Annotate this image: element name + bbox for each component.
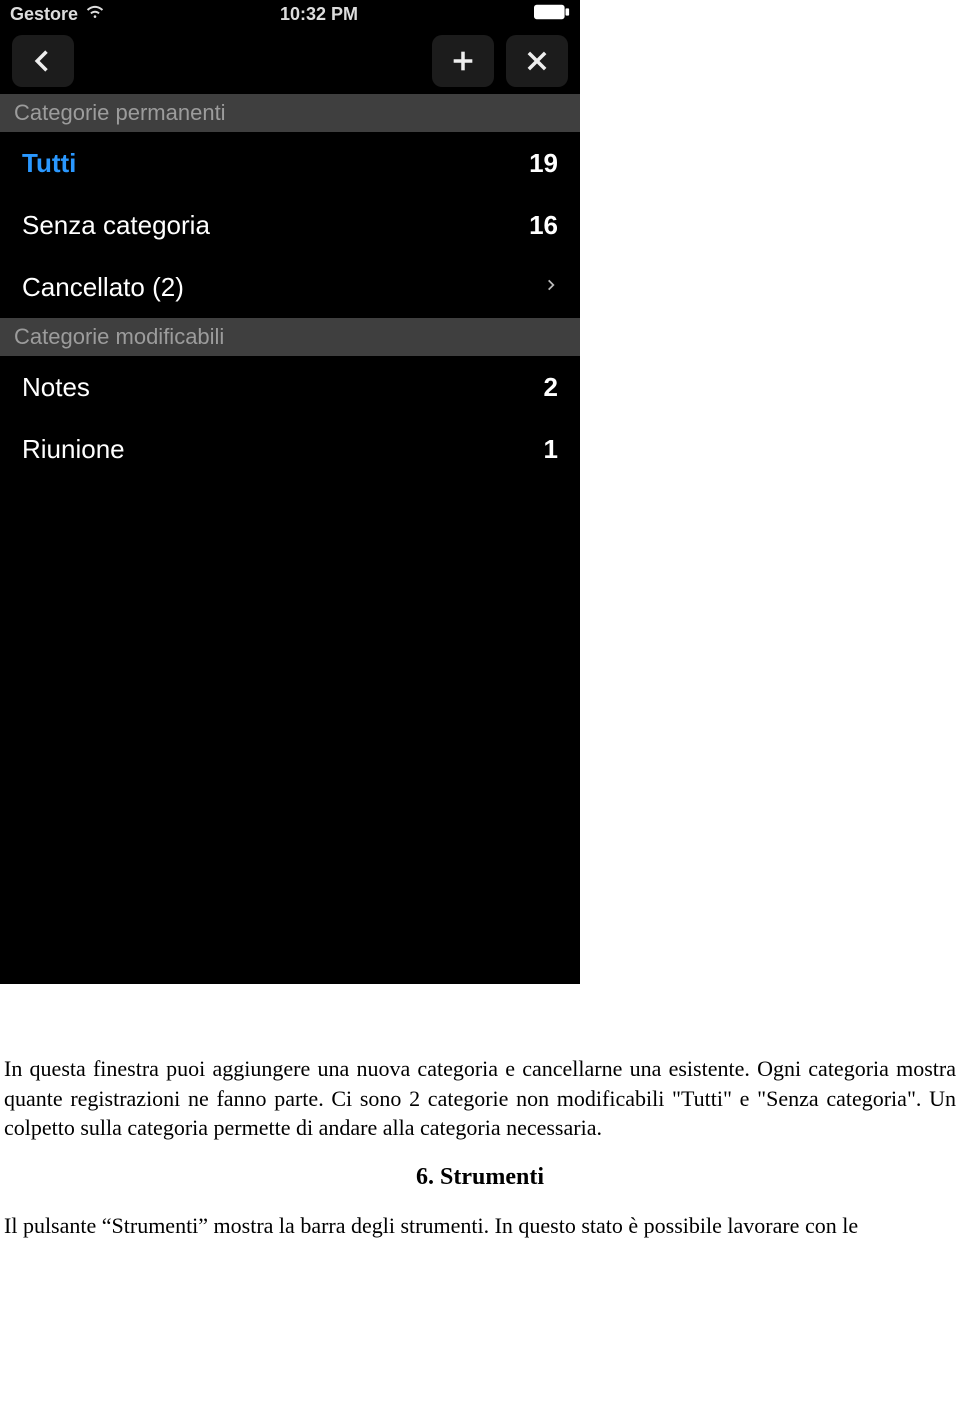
back-button[interactable] <box>12 35 74 87</box>
row-count: 16 <box>529 210 558 241</box>
paragraph: In questa finestra puoi aggiungere una n… <box>4 1054 956 1143</box>
document-body: In questa finestra puoi aggiungere una n… <box>0 984 960 1241</box>
section-header-editable: Categorie modificabili <box>0 318 580 356</box>
row-count: 1 <box>544 434 558 465</box>
section-header-permanent: Categorie permanenti <box>0 94 580 132</box>
row-label: Riunione <box>22 434 125 465</box>
section-heading: 6. Strumenti <box>4 1161 956 1193</box>
category-row-deleted[interactable]: Cancellato (2) <box>0 256 580 318</box>
clock: 10:32 PM <box>280 4 358 25</box>
chevron-right-icon <box>544 274 558 301</box>
phone-screenshot: Gestore 10:32 PM Ca <box>0 0 580 984</box>
category-row-no-category[interactable]: Senza categoria 16 <box>0 194 580 256</box>
empty-area <box>0 480 580 984</box>
carrier-label: Gestore <box>10 4 78 25</box>
category-row-notes[interactable]: Notes 2 <box>0 356 580 418</box>
row-label: Notes <box>22 372 90 403</box>
row-label: Tutti <box>22 148 76 179</box>
paragraph: Il pulsante “Strumenti” mostra la barra … <box>4 1211 956 1241</box>
row-label: Cancellato (2) <box>22 272 184 303</box>
row-label: Senza categoria <box>22 210 210 241</box>
wifi-icon <box>86 3 104 26</box>
add-button[interactable] <box>432 35 494 87</box>
status-bar: Gestore 10:32 PM <box>0 0 580 28</box>
nav-bar <box>0 28 580 94</box>
row-count: 19 <box>529 148 558 179</box>
category-row-meeting[interactable]: Riunione 1 <box>0 418 580 480</box>
row-count: 2 <box>544 372 558 403</box>
battery-icon <box>534 4 570 25</box>
category-row-all[interactable]: Tutti 19 <box>0 132 580 194</box>
close-button[interactable] <box>506 35 568 87</box>
